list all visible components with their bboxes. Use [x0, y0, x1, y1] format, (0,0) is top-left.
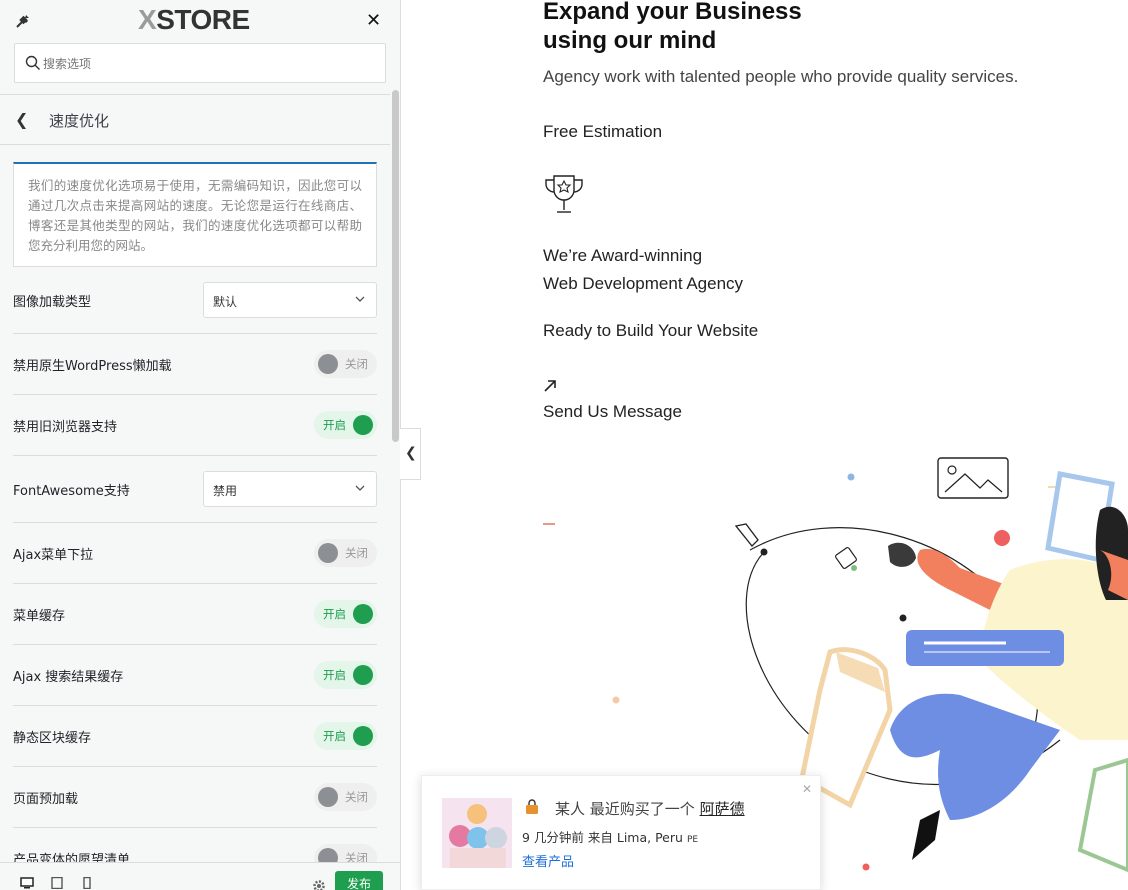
close-icon[interactable]: ✕ — [802, 782, 812, 796]
setting-label: Ajax菜单下拉 — [13, 548, 94, 563]
old-browser-support-toggle[interactable]: 开启 — [314, 411, 377, 439]
section-header: ❮ 速度优化 — [0, 94, 390, 145]
toggle-knob — [353, 604, 373, 624]
gear-icon[interactable] — [312, 879, 326, 890]
chevron-down-icon — [355, 296, 365, 302]
setting-ajax-menu: Ajax菜单下拉 关闭 — [13, 523, 377, 584]
chevron-left-icon: ❮ — [405, 445, 417, 461]
popup-time-location: 9 几分钟前 来自 Lima, Peru PE — [522, 830, 699, 845]
setting-label: 静态区块缓存 — [13, 731, 92, 746]
setting-menu-cache: 菜单缓存 开启 — [13, 584, 377, 645]
hero-heading: Expand your Business using our mind — [543, 0, 802, 54]
setting-static-block-cache: 静态区块缓存 开启 — [13, 706, 377, 767]
toggle-knob — [318, 354, 338, 374]
collapse-sidebar-button[interactable]: ❮ — [400, 428, 421, 480]
disable-wp-lazyload-toggle[interactable]: 关闭 — [314, 350, 377, 378]
pin-icon[interactable] — [14, 12, 32, 30]
award-line-2: Web Development Agency — [543, 274, 744, 293]
section-title: 速度优化 — [49, 112, 110, 130]
trophy-icon — [545, 175, 583, 213]
sidebar-footer: 发布 — [0, 862, 400, 890]
setting-label: FontAwesome支持 — [13, 484, 130, 499]
setting-label: Ajax 搜索结果缓存 — [13, 670, 124, 685]
setting-disable-wp-lazyload: 禁用原生WordPress懒加载 关闭 — [13, 334, 377, 395]
close-icon[interactable]: ✕ — [366, 10, 381, 31]
back-icon[interactable]: ❮ — [15, 110, 28, 129]
shopping-bag-icon — [526, 799, 538, 814]
hero-subheading: Agency work with talented people who pro… — [543, 67, 1019, 86]
ajax-menu-toggle[interactable]: 关闭 — [314, 539, 377, 567]
image-loading-select[interactable]: 默认 — [203, 282, 377, 318]
section-description: 我们的速度优化选项易于使用，无需编码知识，因此您可以通过几次点击来提高网站的速度… — [13, 162, 377, 267]
popup-purchase-text: 某人 最近购买了一个 阿萨德 — [555, 800, 745, 818]
setting-label: 页面预加载 — [13, 792, 79, 807]
arrow-up-right-icon — [544, 380, 556, 392]
desktop-preview-icon[interactable] — [20, 877, 34, 889]
toggle-knob — [353, 415, 373, 435]
sales-notification-popup: ✕ 某人 最近购买了一个 阿萨德 9 几分钟前 来自 Lima, Peru PE… — [421, 775, 821, 890]
mobile-preview-icon[interactable] — [80, 877, 94, 889]
setting-fontawesome: FontAwesome支持 禁用 — [13, 456, 377, 523]
toggle-knob — [353, 726, 373, 746]
setting-ajax-search-cache: Ajax 搜索结果缓存 开启 — [13, 645, 377, 706]
product-thumbnail[interactable] — [442, 798, 512, 868]
toggle-knob — [318, 787, 338, 807]
ready-text: Ready to Build Your Website — [543, 321, 759, 340]
toggle-knob — [318, 543, 338, 563]
setting-label: 菜单缓存 — [13, 609, 66, 624]
setting-label: 禁用旧浏览器支持 — [13, 420, 118, 435]
customizer-sidebar: XSTORE ✕ ❮ 速度优化 我们的速度优化选项易于使用，无需编码知识，因此您… — [0, 0, 401, 890]
publish-button[interactable]: 发布 — [335, 871, 383, 890]
sidebar-scrollbar[interactable] — [392, 90, 399, 442]
sidebar-header: XSTORE ✕ — [0, 0, 400, 42]
chevron-down-icon — [355, 485, 365, 491]
setting-page-preload: 页面预加载 关闭 — [13, 767, 377, 828]
free-estimation-text: Free Estimation — [543, 122, 663, 141]
search-input[interactable] — [43, 53, 373, 75]
settings-list: 图像加载类型 默认 禁用原生WordPress懒加载 关闭 禁用旧浏览器支持 开… — [13, 268, 377, 889]
tablet-preview-icon[interactable] — [50, 877, 64, 889]
setting-image-loading-type: 图像加载类型 默认 — [13, 268, 377, 334]
setting-old-browser-support: 禁用旧浏览器支持 开启 — [13, 395, 377, 456]
menu-cache-toggle[interactable]: 开启 — [314, 600, 377, 628]
send-message-link[interactable]: Send Us Message — [543, 402, 682, 422]
fontawesome-select[interactable]: 禁用 — [203, 471, 377, 507]
page-preload-toggle[interactable]: 关闭 — [314, 783, 377, 811]
setting-label: 禁用原生WordPress懒加载 — [13, 359, 172, 374]
search-icon — [25, 55, 40, 70]
toggle-knob — [353, 665, 373, 685]
setting-label: 图像加载类型 — [13, 295, 92, 310]
product-link[interactable]: 阿萨德 — [700, 800, 745, 818]
award-line-1: We’re Award-winning — [543, 246, 703, 265]
ajax-search-cache-toggle[interactable]: 开启 — [314, 661, 377, 689]
view-product-link[interactable]: 查看产品 — [522, 851, 574, 870]
xstore-logo: XSTORE — [138, 4, 250, 35]
search-box — [14, 43, 386, 83]
static-block-cache-toggle[interactable]: 开启 — [314, 722, 377, 750]
